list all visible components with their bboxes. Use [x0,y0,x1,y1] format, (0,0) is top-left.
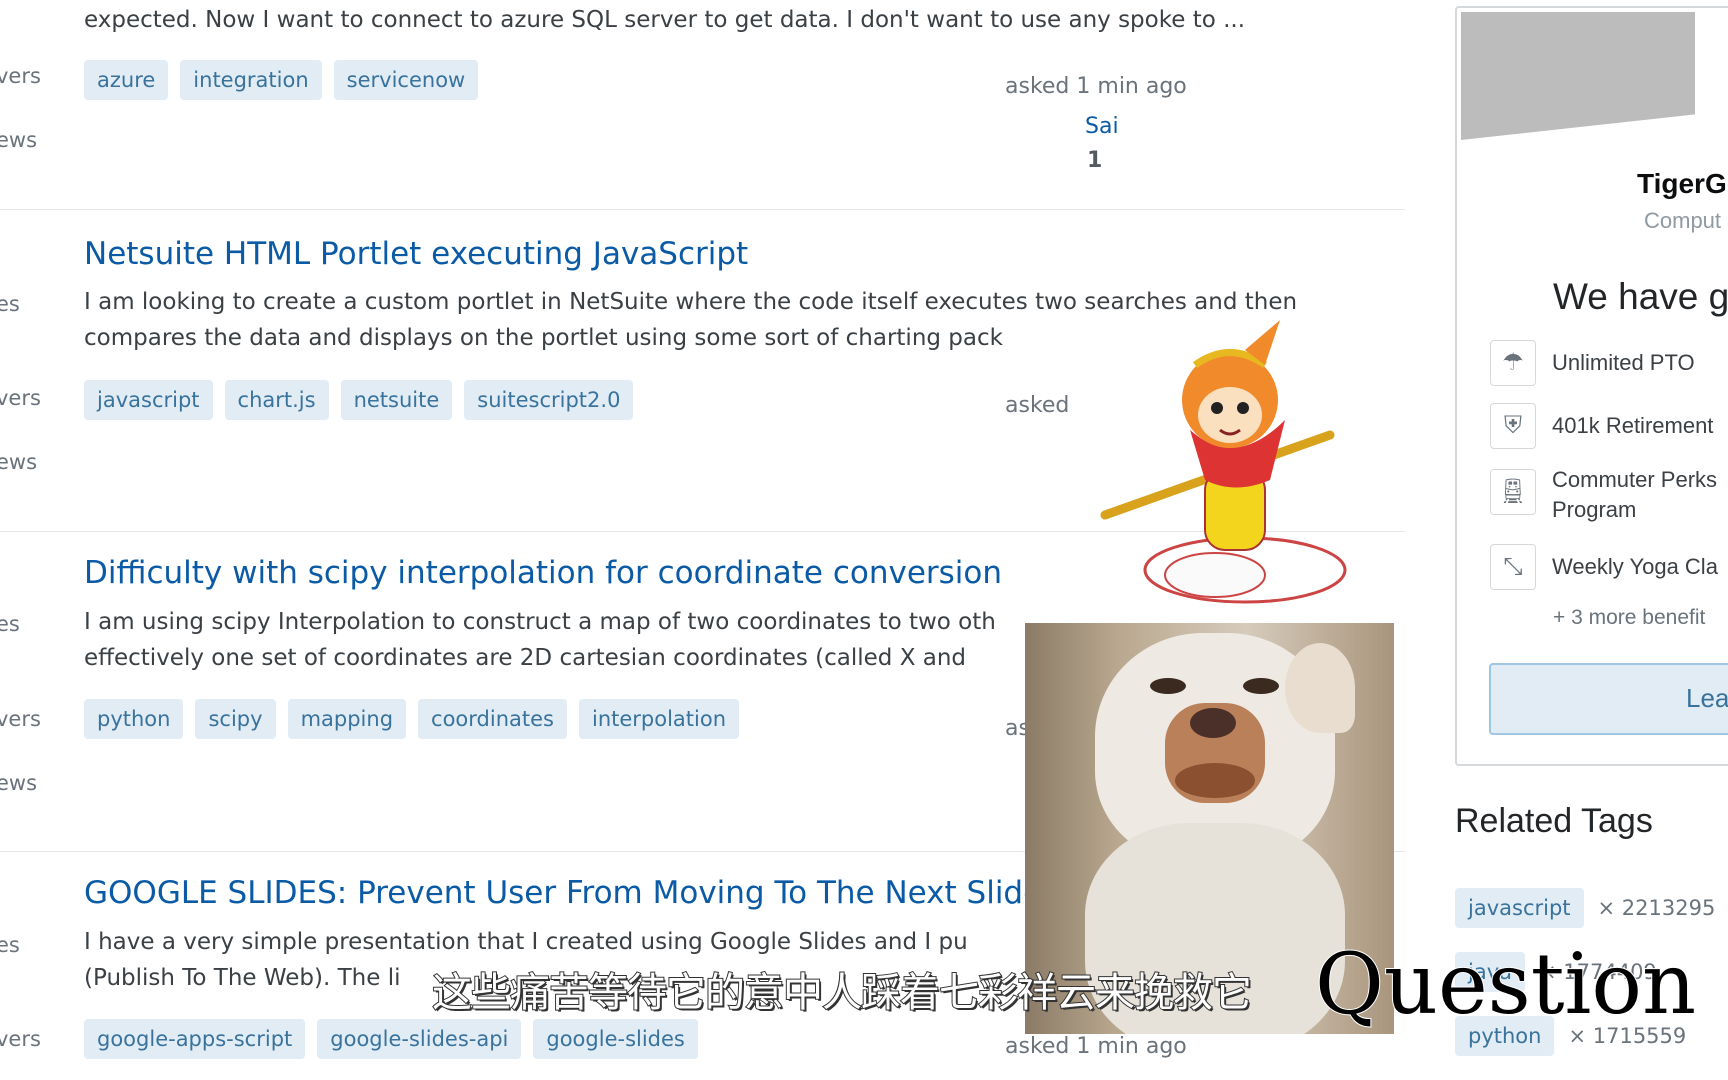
ad-headline: We have g [1553,276,1728,317]
tag[interactable]: suitescript2.0 [464,380,634,420]
benefit-item: ⤡ Weekly Yoga Cla [1490,544,1718,590]
tag-list: python scipy mapping coordinates interpo… [84,699,740,739]
votes-label: es [0,933,20,957]
benefit-label: Unlimited PTO [1552,350,1695,375]
tag-count: × 2213295 [1597,896,1716,920]
asked-time: asked 1 min ago [1005,74,1187,99]
question-watermark: Question [1314,934,1697,1034]
company-industry: Comput [1644,208,1722,233]
benefit-label: 401k Retirement [1552,413,1714,438]
tag[interactable]: mapping [287,699,407,739]
question-excerpt-line: I am using scipy Interpolation to constr… [84,609,996,635]
user-reputation: 1 [1087,148,1103,173]
tag[interactable]: interpolation [578,699,740,739]
related-tag-row: javascript × 2213295 [1455,888,1715,928]
views-label: ews [0,128,38,152]
views-label: ews [0,771,38,795]
tag[interactable]: javascript [84,380,213,420]
tag[interactable]: python [84,699,184,739]
tag[interactable]: chart.js [224,380,329,420]
benefit-label: Weekly Yoga Cla [1552,554,1718,579]
learn-more-button[interactable]: Lea [1489,663,1728,735]
umbrella-icon: ☂ [1490,340,1536,386]
answers-label: vers [0,1027,41,1051]
tag[interactable]: google-slides-api [317,1019,522,1059]
tag[interactable]: google-apps-script [84,1019,306,1059]
train-icon: 🚆︎ [1490,469,1536,515]
benefit-item: ☂ Unlimited PTO [1490,340,1695,386]
question-excerpt-line: I am looking to create a custom portlet … [84,289,1298,315]
question-excerpt-line: (Publish To The Web). The li [84,965,401,991]
user-link[interactable]: Sai [1085,114,1119,139]
company-name: TigerG [1637,168,1727,199]
tag[interactable]: servicenow [333,60,479,100]
tag[interactable]: netsuite [340,380,453,420]
tag[interactable]: azure [84,60,169,100]
tag-list: google-apps-script google-slides-api goo… [84,1019,698,1059]
more-benefits: + 3 more benefit [1553,606,1706,629]
asked-time: asked 1 min ago [1005,1034,1187,1059]
shield-plus-icon: ⛨ [1490,403,1536,449]
question-excerpt-line: compares the data and displays on the po… [84,325,1003,351]
asked-time: asked [1005,393,1070,418]
question-title[interactable]: GOOGLE SLIDES: Prevent User From Moving … [84,875,1042,911]
tag[interactable]: coordinates [418,699,567,739]
answers-label: vers [0,64,41,88]
yoga-icon: ⤡ [1490,544,1536,590]
answers-label: vers [0,707,41,731]
tag[interactable]: scipy [195,699,276,739]
tag-list: javascript chart.js netsuite suitescript… [84,380,634,420]
tag-list: azure integration servicenow [84,60,479,100]
benefit-item: ⛨ 401k Retirement [1490,403,1714,449]
question-title[interactable]: Difficulty with scipy interpolation for … [84,555,1002,591]
answers-label: vers [0,386,41,410]
benefit-item: 🚆︎ Commuter Perks Program [1490,465,1717,525]
question-excerpt: expected. Now I want to connect to azure… [84,7,1246,33]
tag[interactable]: google-slides [533,1019,698,1059]
tag[interactable]: integration [180,60,322,100]
votes-label: es [0,292,20,316]
video-subtitle: 这些痛苦等待它的意中人踩着七彩祥云来挽救它 [431,969,1253,1017]
monkey-king-sticker [1100,320,1347,604]
question-excerpt-line: effectively one set of coordinates are 2… [84,645,967,671]
related-tags-heading: Related Tags [1455,802,1653,840]
job-ad-card[interactable]: TigerG Comput We have g ☂ Unlimited PTO ⛨… [1455,6,1728,766]
divider [0,209,1405,210]
question-title[interactable]: Netsuite HTML Portlet executing JavaScri… [84,236,748,272]
question-excerpt-line: I have a very simple presentation that I… [84,929,968,955]
company-banner [1461,12,1695,140]
votes-label: es [0,612,20,636]
tag[interactable]: javascript [1455,888,1584,928]
views-label: ews [0,450,38,474]
benefit-label: Commuter Perks Program [1552,467,1718,522]
